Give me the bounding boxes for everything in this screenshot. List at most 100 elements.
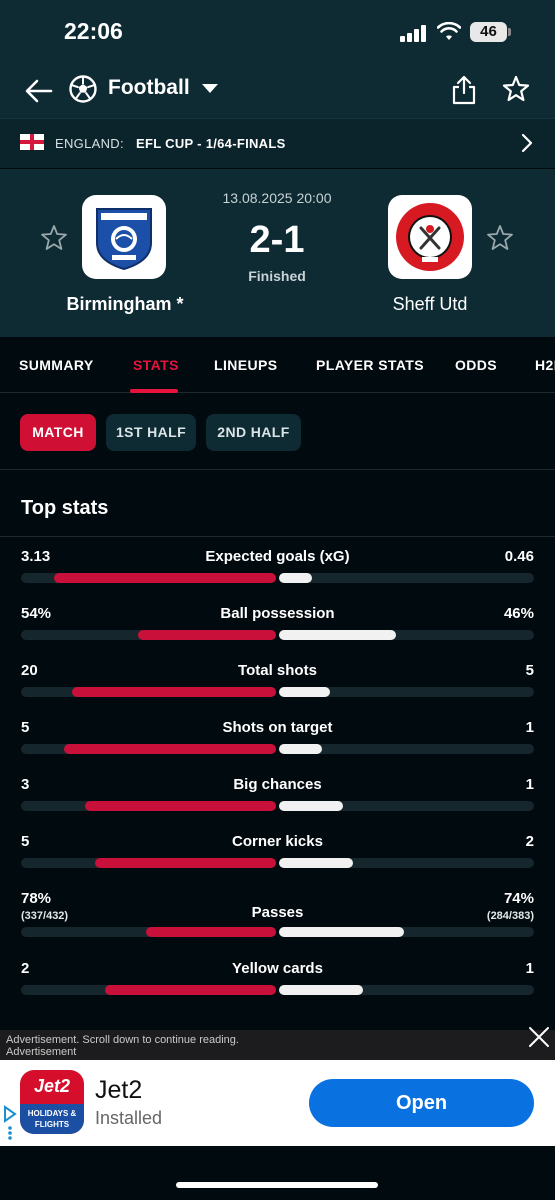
ad-icon-brand: Jet2 bbox=[33, 1076, 71, 1096]
tab-odds[interactable]: ODDS bbox=[455, 357, 497, 373]
favorite-match-button[interactable] bbox=[502, 74, 530, 104]
competition-name: EFL CUP - 1/64-FINALS bbox=[136, 136, 286, 151]
back-button[interactable] bbox=[22, 74, 56, 108]
stat-row: 5 Corner kicks 2 bbox=[0, 833, 555, 883]
period-match-button[interactable]: MATCH bbox=[20, 414, 96, 451]
stat-home-bar-track bbox=[21, 573, 276, 583]
stat-home-bar-track bbox=[21, 687, 276, 697]
stat-home-bar bbox=[138, 630, 276, 640]
stat-away-bar bbox=[279, 927, 404, 937]
stat-home-bar-track bbox=[21, 744, 276, 754]
stat-away-bar-track bbox=[279, 801, 534, 811]
chevron-right-icon[interactable] bbox=[520, 133, 534, 153]
period-second-half-button[interactable]: 2ND HALF bbox=[206, 414, 301, 451]
ad-notice-text: Advertisement. Scroll down to continue r… bbox=[6, 1034, 239, 1046]
bottom-area bbox=[0, 1146, 555, 1200]
stat-away-bar bbox=[279, 687, 330, 697]
stat-home-bar bbox=[146, 927, 276, 937]
stat-away-bar bbox=[279, 744, 322, 754]
stat-row: 5 Shots on target 1 bbox=[0, 719, 555, 769]
match-score: 2-1 bbox=[249, 219, 305, 261]
stat-home-bar-track bbox=[21, 927, 276, 937]
home-team-logo[interactable] bbox=[82, 195, 166, 279]
close-icon bbox=[529, 1027, 549, 1047]
stat-away-value: 1 bbox=[525, 719, 534, 736]
active-tab-indicator bbox=[130, 389, 178, 393]
ad-choices-icon[interactable] bbox=[2, 1104, 18, 1140]
ad-open-button[interactable]: Open bbox=[309, 1079, 534, 1127]
stat-home-bar-track bbox=[21, 630, 276, 640]
stat-away-bar bbox=[279, 801, 343, 811]
stat-away-bar-track bbox=[279, 687, 534, 697]
stat-row: 78% Passes 74% (337/432) (284/383) bbox=[0, 890, 555, 940]
share-button[interactable] bbox=[450, 74, 478, 106]
stat-away-value: 1 bbox=[525, 776, 534, 793]
match-datetime: 13.08.2025 20:00 bbox=[222, 190, 332, 206]
stat-row: 54% Ball possession 46% bbox=[0, 605, 555, 655]
stat-away-value: 74% bbox=[503, 890, 534, 907]
star-icon bbox=[41, 225, 67, 250]
stat-row: 20 Total shots 5 bbox=[0, 662, 555, 712]
football-icon[interactable] bbox=[68, 74, 98, 104]
home-team-name[interactable]: Birmingham * bbox=[40, 294, 210, 315]
star-icon bbox=[487, 225, 513, 250]
ad-close-button[interactable] bbox=[526, 1024, 552, 1050]
ad-icon-subtitle: HOLIDAYS & FLIGHTS bbox=[20, 1104, 84, 1134]
stat-row: 3.13 Expected goals (xG) 0.46 bbox=[0, 548, 555, 598]
stat-away-bar bbox=[279, 573, 312, 583]
share-icon bbox=[452, 75, 476, 105]
away-team-favorite-button[interactable] bbox=[486, 224, 514, 252]
stat-home-bar bbox=[105, 985, 276, 995]
sport-selector-title[interactable]: Football bbox=[108, 76, 190, 100]
stat-away-subvalue: (284/383) bbox=[486, 910, 534, 922]
status-time: 22:06 bbox=[64, 18, 123, 44]
stat-away-value: 1 bbox=[525, 960, 534, 977]
stat-home-bar bbox=[54, 573, 276, 583]
stat-label: Shots on target bbox=[222, 719, 333, 736]
stat-away-value: 0.46 bbox=[504, 548, 534, 565]
tab-summary[interactable]: SUMMARY bbox=[19, 357, 94, 373]
stat-away-bar-track bbox=[279, 858, 534, 868]
tab-h2h[interactable]: H2H bbox=[535, 357, 555, 373]
stat-away-bar-track bbox=[279, 927, 534, 937]
stat-away-bar-track bbox=[279, 744, 534, 754]
tab-player-stats[interactable]: PLAYER STATS bbox=[316, 357, 424, 373]
tab-lineups[interactable]: LINEUPS bbox=[214, 357, 277, 373]
stat-home-bar bbox=[64, 744, 276, 754]
sheffield-united-crest-icon bbox=[396, 203, 464, 271]
stat-home-bar bbox=[95, 858, 276, 868]
divider bbox=[0, 536, 555, 537]
battery-level: 46 bbox=[470, 22, 507, 42]
stat-label: Yellow cards bbox=[232, 960, 323, 977]
stat-away-bar bbox=[279, 630, 396, 640]
period-first-half-button[interactable]: 1ST HALF bbox=[106, 414, 196, 451]
stat-row: 2 Yellow cards 1 bbox=[0, 960, 555, 1010]
ad-app-icon[interactable]: Jet2 HOLIDAYS & FLIGHTS bbox=[20, 1070, 84, 1134]
ad-app-status: Installed bbox=[95, 1108, 163, 1128]
away-team-logo[interactable] bbox=[388, 195, 472, 279]
stat-home-bar-track bbox=[21, 985, 276, 995]
stat-label: Total shots bbox=[238, 662, 317, 679]
dropdown-caret-icon[interactable] bbox=[202, 84, 218, 93]
ad-label: Advertisement bbox=[6, 1046, 77, 1058]
stat-away-value: 2 bbox=[525, 833, 534, 850]
birmingham-crest-icon bbox=[96, 208, 152, 271]
stat-home-bar bbox=[72, 687, 276, 697]
ad-app-name: Jet2 bbox=[95, 1076, 143, 1104]
stat-label: Ball possession bbox=[220, 605, 335, 622]
back-arrow-icon bbox=[25, 79, 53, 103]
competition-country: ENGLAND: bbox=[55, 136, 124, 151]
home-team-favorite-button[interactable] bbox=[40, 224, 68, 252]
tab-stats[interactable]: STATS bbox=[133, 357, 179, 373]
away-team-name[interactable]: Sheff Utd bbox=[345, 294, 515, 315]
stat-label: Big chances bbox=[233, 776, 322, 793]
stat-row: 3 Big chances 1 bbox=[0, 776, 555, 826]
stat-away-bar bbox=[279, 985, 363, 995]
stat-home-subvalue: (337/432) bbox=[21, 910, 69, 922]
stat-label: Corner kicks bbox=[232, 833, 323, 850]
star-icon bbox=[502, 75, 530, 102]
home-indicator[interactable] bbox=[176, 1182, 378, 1188]
stat-away-bar bbox=[279, 858, 353, 868]
signal-icon bbox=[400, 24, 428, 42]
battery-icon: 46 bbox=[470, 22, 512, 42]
